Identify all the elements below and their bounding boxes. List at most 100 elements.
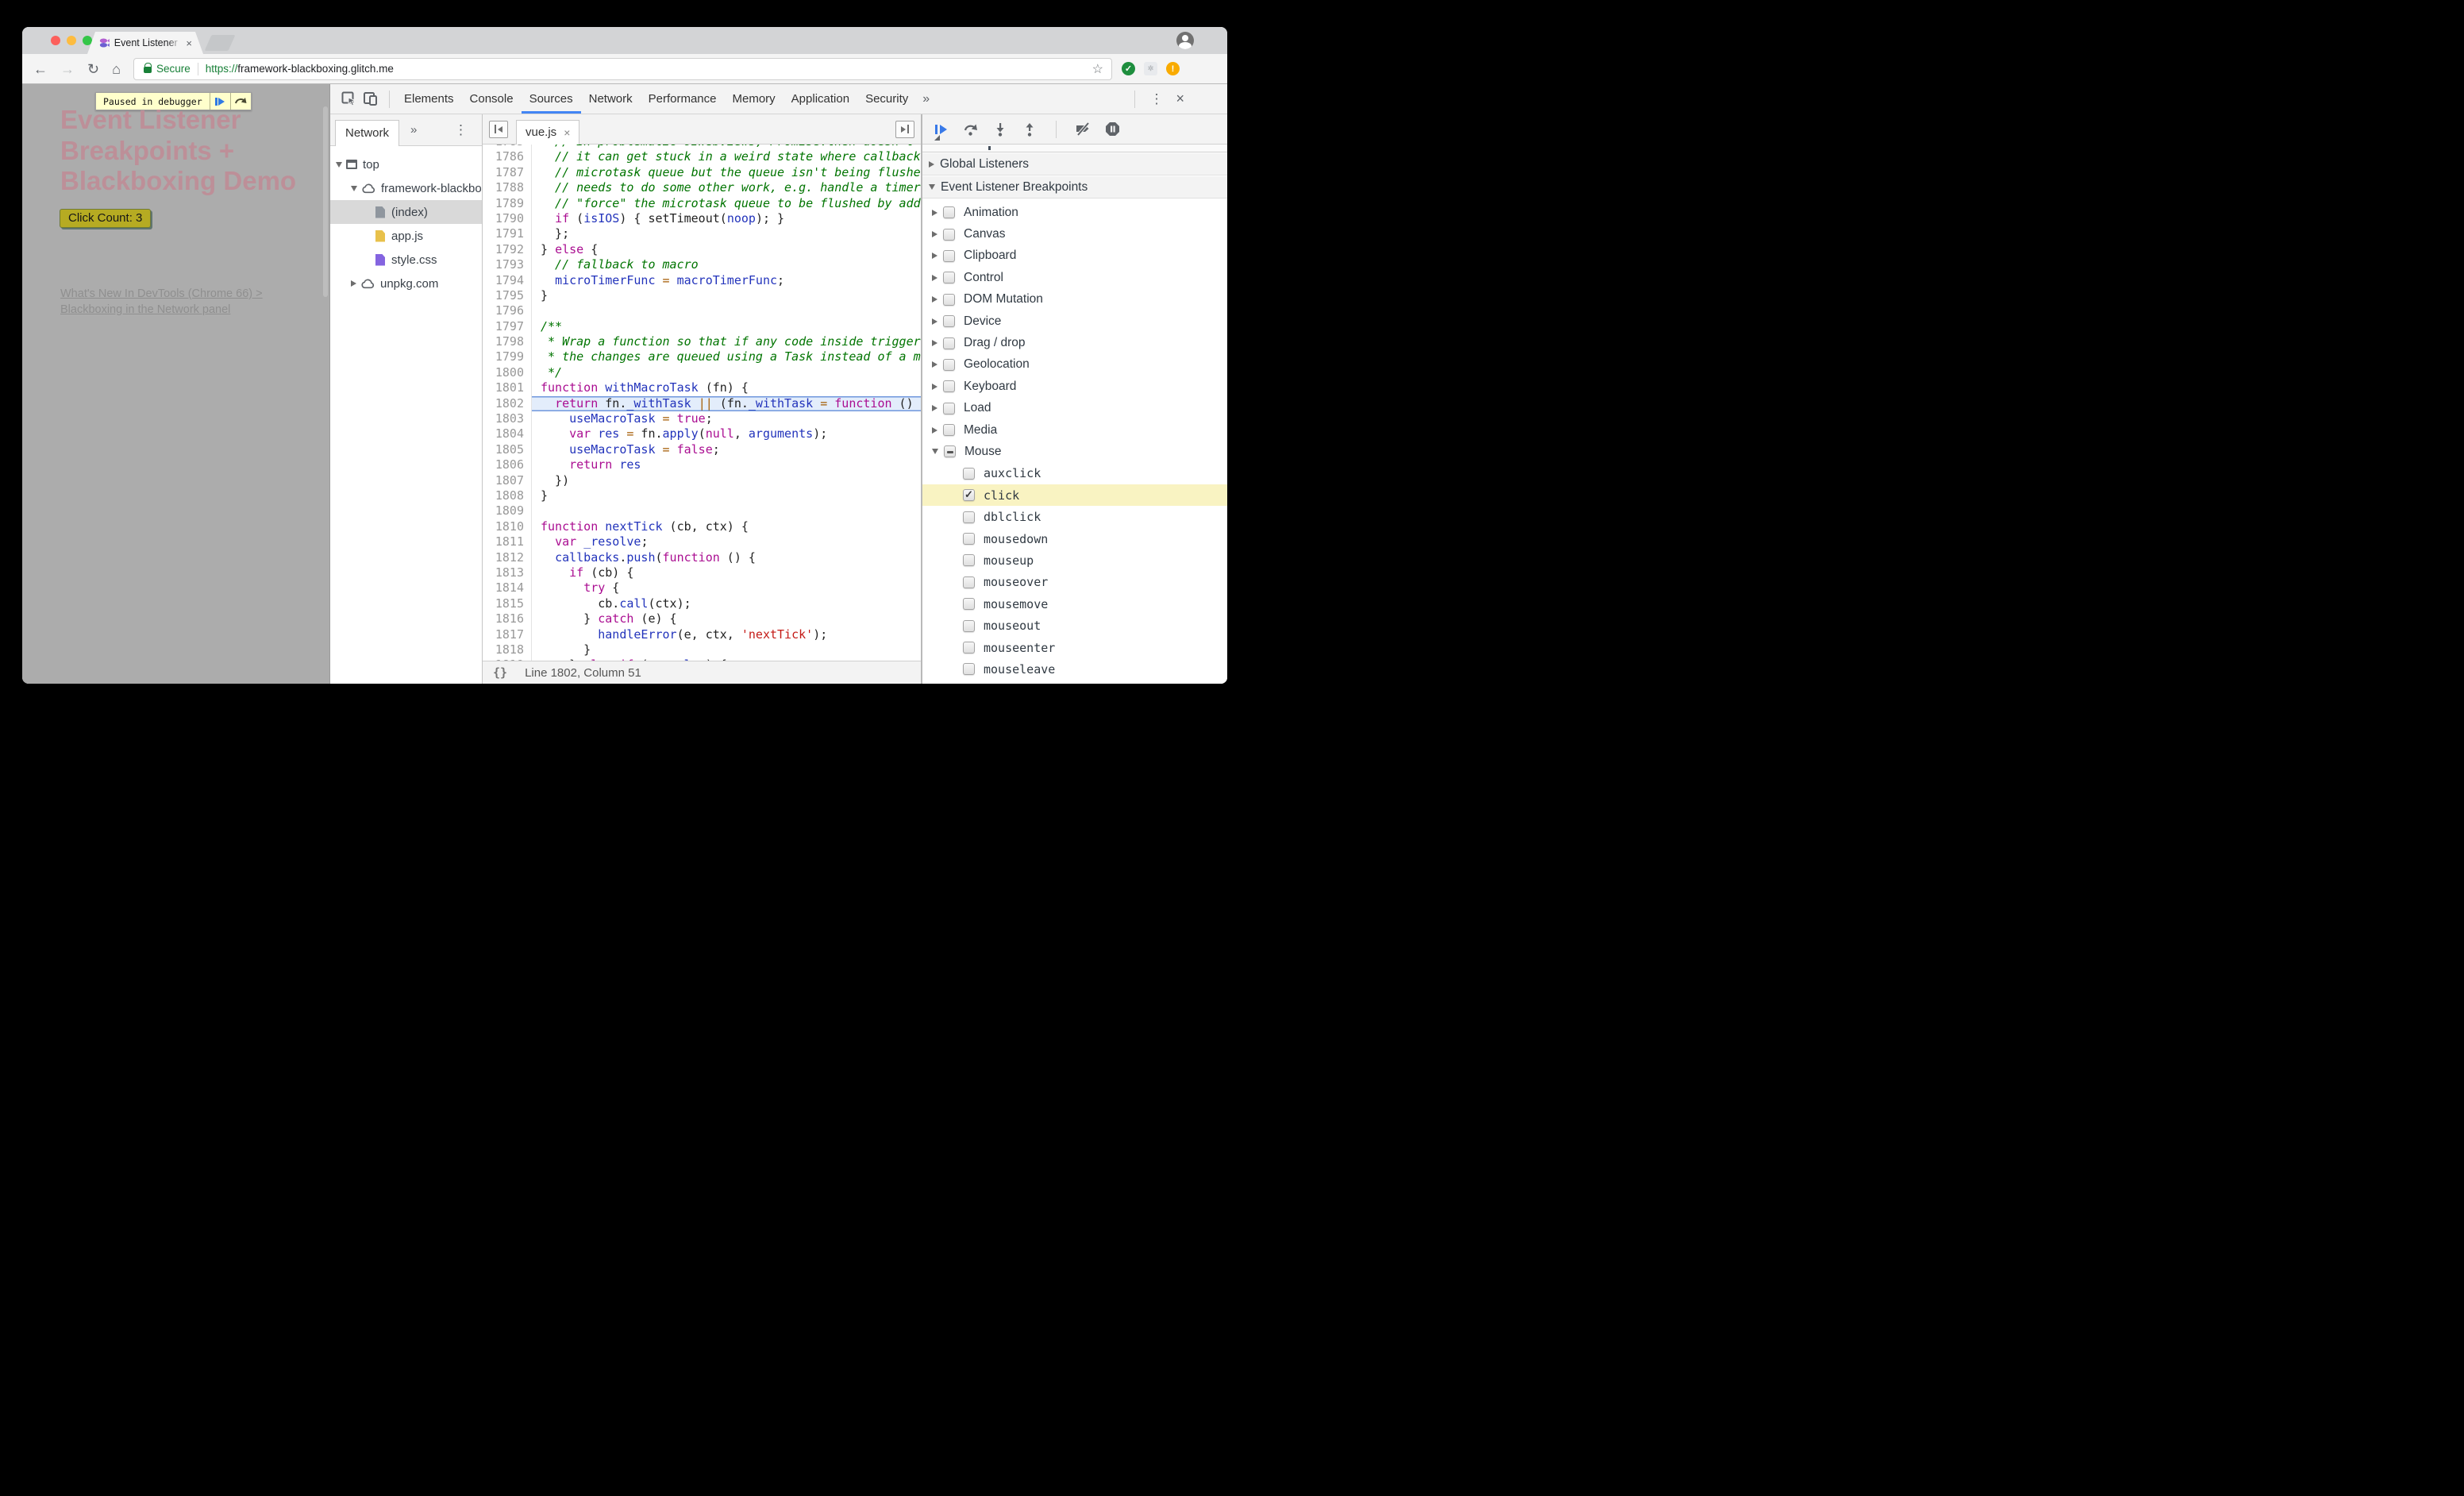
file-tab-close-icon[interactable]: × <box>564 126 570 139</box>
line-number[interactable]: 1811 <box>483 534 532 550</box>
chevron-right-icon[interactable] <box>932 253 937 260</box>
line-content[interactable]: } <box>532 488 921 503</box>
chevron-right-icon[interactable] <box>932 318 937 325</box>
category-checkbox[interactable] <box>943 380 955 393</box>
line-content[interactable]: } <box>532 288 921 303</box>
new-tab-button[interactable] <box>204 35 236 51</box>
line-number[interactable]: 1813 <box>483 565 532 581</box>
breakpoint-event-auxclick[interactable]: auxclick <box>922 463 1227 484</box>
tree-item-index[interactable]: (index) <box>330 200 482 224</box>
line-content[interactable]: var res = fn.apply(null, arguments); <box>532 426 921 441</box>
line-content[interactable]: microTimerFunc = macroTimerFunc; <box>532 273 921 288</box>
category-checkbox[interactable] <box>943 424 955 437</box>
chevron-right-icon[interactable] <box>932 296 937 303</box>
category-checkbox[interactable] <box>943 315 955 328</box>
line-content[interactable]: // fallback to macro <box>532 257 921 272</box>
line-content[interactable]: if (isIOS) { setTimeout(noop); } <box>532 211 921 226</box>
event-checkbox[interactable] <box>963 576 975 588</box>
event-checkbox[interactable] <box>963 533 975 546</box>
line-content[interactable]: } else if (_resolve) { <box>532 657 921 661</box>
tab-performance[interactable]: Performance <box>641 84 725 114</box>
line-number[interactable]: 1804 <box>483 426 532 442</box>
more-tabs-icon[interactable]: » <box>916 92 936 106</box>
line-number[interactable]: 1792 <box>483 241 532 258</box>
chevron-right-icon[interactable] <box>932 426 937 434</box>
category-checkbox[interactable] <box>943 228 955 241</box>
click-count-button[interactable]: Click Count: 3 <box>60 209 152 228</box>
line-content[interactable]: useMacroTask = true; <box>532 411 921 426</box>
breakpoint-event-mouseover[interactable]: mouseover <box>922 572 1227 593</box>
tab-security[interactable]: Security <box>857 84 916 114</box>
line-content[interactable]: */ <box>532 365 921 380</box>
address-bar[interactable]: Secure https://framework-blackboxing.gli… <box>133 57 1112 80</box>
category-checkbox[interactable] <box>943 272 955 284</box>
event-checkbox[interactable] <box>963 467 975 480</box>
sidebar-menu-icon[interactable]: ⋮ <box>446 122 475 138</box>
breakpoint-event-dblclick[interactable]: dblclick <box>922 506 1227 527</box>
line-number[interactable]: 1819 <box>483 657 532 661</box>
event-checkbox[interactable] <box>963 488 975 502</box>
event-checkbox[interactable] <box>963 554 975 567</box>
page-scrollbar[interactable] <box>323 106 328 297</box>
category-checkbox[interactable] <box>943 249 955 262</box>
tab-application[interactable]: Application <box>783 84 857 114</box>
chevron-right-icon[interactable] <box>932 383 937 390</box>
event-checkbox[interactable] <box>963 511 975 523</box>
line-content[interactable]: } else { <box>532 242 921 257</box>
line-number[interactable]: 1809 <box>483 503 532 519</box>
tree-item-style-css[interactable]: style.css <box>330 248 482 272</box>
devtools-close-icon[interactable]: × <box>1171 91 1189 107</box>
line-number[interactable]: 1817 <box>483 627 532 642</box>
line-content[interactable]: }) <box>532 473 921 488</box>
breakpoint-event-mouseenter[interactable]: mouseenter <box>922 637 1227 658</box>
tab-elements[interactable]: Elements <box>396 84 462 114</box>
line-content[interactable]: // "force" the microtask queue to be flu… <box>532 196 921 211</box>
line-content[interactable]: callbacks.push(function () { <box>532 550 921 565</box>
device-toolbar-icon[interactable] <box>360 89 381 110</box>
breakpoint-event-mouseleave[interactable]: mouseleave <box>922 658 1227 680</box>
breakpoint-category-keyboard[interactable]: Keyboard <box>922 376 1227 397</box>
sidebar-tab-network[interactable]: Network <box>335 119 400 146</box>
line-number[interactable]: 1790 <box>483 210 532 227</box>
pause-on-exceptions-button[interactable] <box>1103 120 1122 139</box>
category-checkbox[interactable] <box>943 402 955 414</box>
line-content[interactable]: return fn._withTask || (fn._withTask = f… <box>532 395 921 412</box>
line-content[interactable]: /** <box>532 319 921 334</box>
line-content[interactable] <box>532 303 921 318</box>
line-number[interactable]: 1812 <box>483 549 532 565</box>
chevron-right-icon[interactable] <box>932 209 937 216</box>
line-content[interactable]: }; <box>532 226 921 241</box>
breakpoint-category-drag-drop[interactable]: Drag / drop <box>922 332 1227 353</box>
event-checkbox[interactable] <box>963 642 975 654</box>
breakpoint-category-control[interactable]: Control <box>922 267 1227 288</box>
category-checkbox[interactable] <box>943 206 955 219</box>
line-content[interactable]: var _resolve; <box>532 534 921 549</box>
line-number[interactable]: 1814 <box>483 580 532 596</box>
code-viewport[interactable]: 1785 // In problematic UIWebViews, Promi… <box>483 145 921 661</box>
section-global-listeners[interactable]: Global Listeners <box>922 152 1227 175</box>
devtools-docs-link[interactable]: What's New In DevTools (Chrome 66) > Bla… <box>60 287 263 318</box>
line-content[interactable]: useMacroTask = false; <box>532 442 921 457</box>
tab-memory[interactable]: Memory <box>725 84 783 114</box>
line-number[interactable]: 1816 <box>483 611 532 627</box>
line-number[interactable]: 1791 <box>483 226 532 242</box>
line-content[interactable]: } <box>532 642 921 657</box>
breakpoint-category-mouse[interactable]: Mouse <box>922 441 1227 462</box>
line-number[interactable]: 1803 <box>483 411 532 427</box>
chevron-down-icon[interactable] <box>932 449 938 455</box>
line-number[interactable]: 1798 <box>483 334 532 350</box>
line-number[interactable]: 1797 <box>483 318 532 335</box>
show-debugger-icon[interactable] <box>895 120 914 138</box>
editor-file-tab[interactable]: vue.js × <box>516 119 580 145</box>
category-checkbox[interactable] <box>943 358 955 371</box>
chevron-right-icon[interactable] <box>932 340 937 347</box>
chevron-right-icon[interactable] <box>932 231 937 238</box>
line-content[interactable]: return res <box>532 457 921 472</box>
line-number[interactable]: 1794 <box>483 272 532 288</box>
deactivate-breakpoints-button[interactable] <box>1073 120 1092 139</box>
tab-console[interactable]: Console <box>462 84 522 114</box>
tree-item-framework-blackboxing-glitch-me[interactable]: framework-blackboxing.glitch.me <box>330 176 482 200</box>
category-checkbox[interactable] <box>944 445 956 458</box>
event-checkbox[interactable] <box>963 619 975 632</box>
line-content[interactable]: function nextTick (cb, ctx) { <box>532 519 921 534</box>
